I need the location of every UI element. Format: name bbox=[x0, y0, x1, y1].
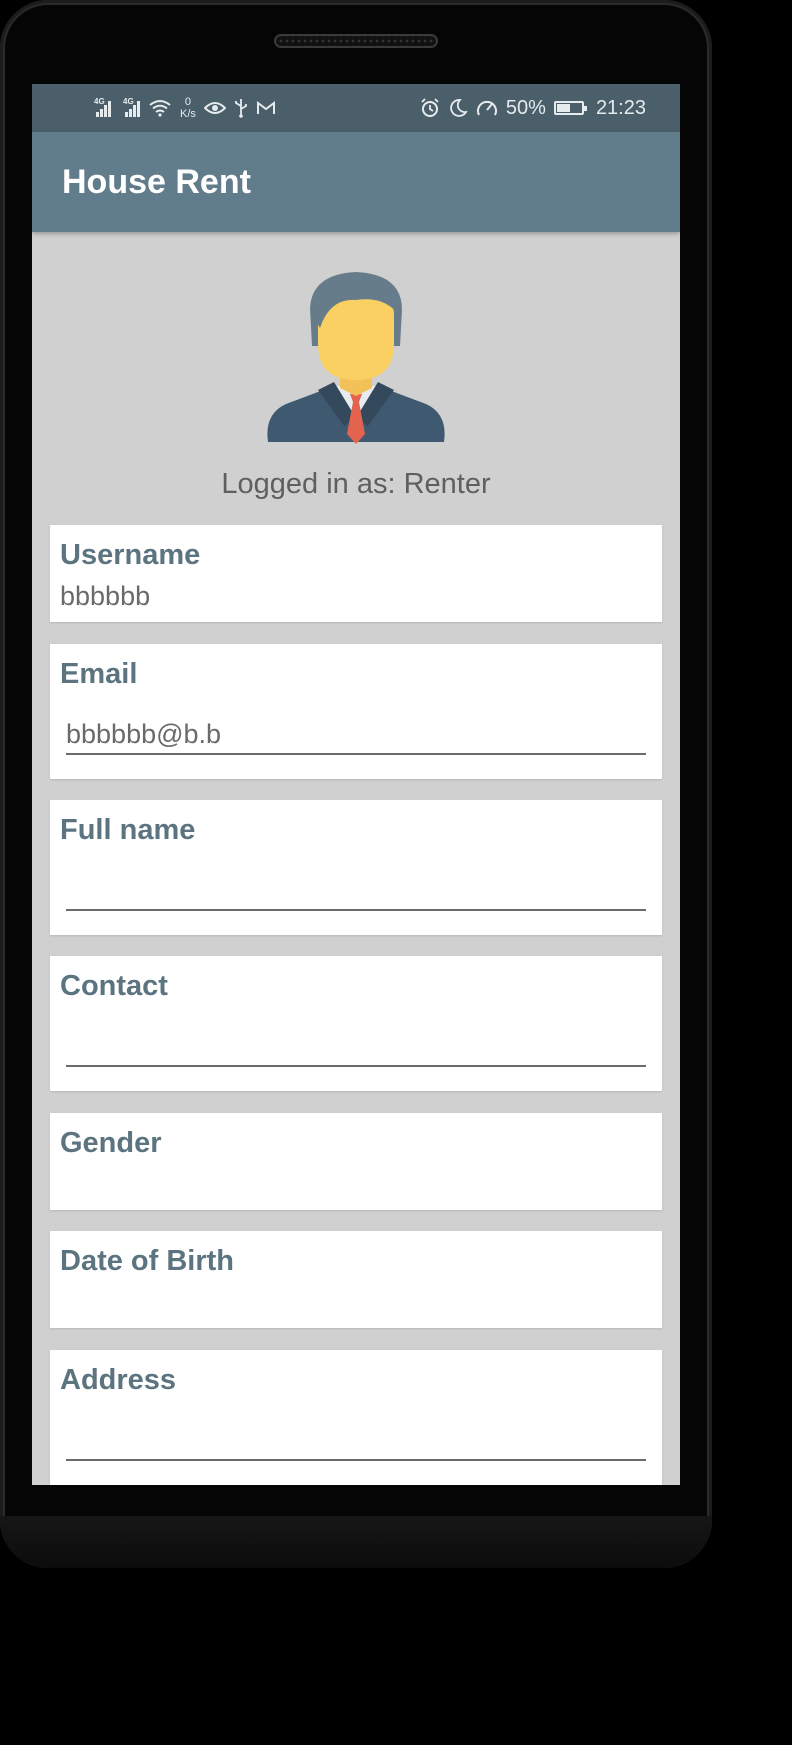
clock-time: 21:23 bbox=[595, 96, 646, 119]
contact-card: Contact bbox=[50, 956, 662, 1091]
battery-percent: 50% bbox=[505, 96, 546, 119]
app-screen: 4G 4G 0 K/s 50% 21:23 House Rent Logged … bbox=[32, 84, 680, 1485]
alarm-icon bbox=[421, 98, 439, 117]
email-card: Email bbox=[50, 644, 662, 779]
gender-label: Gender bbox=[60, 1127, 162, 1159]
address-label: Address bbox=[60, 1364, 177, 1396]
businessman-avatar-icon bbox=[267, 272, 445, 444]
contact-input[interactable] bbox=[66, 1027, 646, 1067]
wifi-icon bbox=[149, 100, 171, 117]
eye-icon bbox=[203, 102, 226, 114]
username-value: bbbbbb bbox=[60, 581, 151, 611]
cell-signal-icon: 4G bbox=[123, 97, 140, 117]
status-bar: 4G 4G 0 K/s 50% 21:23 bbox=[32, 84, 680, 132]
signal-tag: 4G bbox=[94, 97, 105, 106]
speedometer-icon bbox=[476, 100, 497, 116]
username-label: Username bbox=[60, 539, 201, 571]
logged-in-role-text: Logged in as: Renter bbox=[221, 468, 491, 500]
address-input[interactable] bbox=[66, 1421, 646, 1461]
network-speed-unit: K/s bbox=[180, 108, 196, 120]
cell-signal-icon: 4G bbox=[94, 97, 111, 117]
email-label: Email bbox=[60, 658, 138, 690]
profile-header: Logged in as: Renter bbox=[32, 232, 680, 500]
battery-icon bbox=[553, 101, 587, 115]
signal-tag: 4G bbox=[123, 97, 134, 106]
app-title: House Rent bbox=[62, 162, 251, 201]
contact-label: Contact bbox=[60, 970, 168, 1002]
full-name-card: Full name bbox=[50, 800, 662, 935]
gmail-icon bbox=[256, 101, 275, 114]
date-of-birth-card[interactable]: Date of Birth bbox=[50, 1231, 662, 1328]
status-left-group: 4G 4G 0 K/s bbox=[94, 84, 276, 132]
earpiece-speaker bbox=[274, 34, 438, 48]
email-input[interactable] bbox=[66, 715, 646, 755]
network-speed-value: 0 bbox=[184, 96, 192, 108]
full-name-label: Full name bbox=[60, 814, 196, 846]
network-speed: 0 K/s bbox=[180, 96, 196, 120]
moon-icon bbox=[450, 99, 468, 117]
phone-chin bbox=[0, 1516, 712, 1568]
full-name-input[interactable] bbox=[66, 871, 646, 911]
status-right-group: 50% 21:23 bbox=[420, 84, 646, 132]
gender-card[interactable]: Gender bbox=[50, 1113, 662, 1210]
usb-icon bbox=[235, 99, 247, 118]
address-card: Address bbox=[50, 1350, 662, 1485]
username-card: Username bbbbbb bbox=[50, 525, 662, 622]
app-bar: House Rent bbox=[32, 132, 680, 232]
date-of-birth-label: Date of Birth bbox=[60, 1245, 234, 1277]
